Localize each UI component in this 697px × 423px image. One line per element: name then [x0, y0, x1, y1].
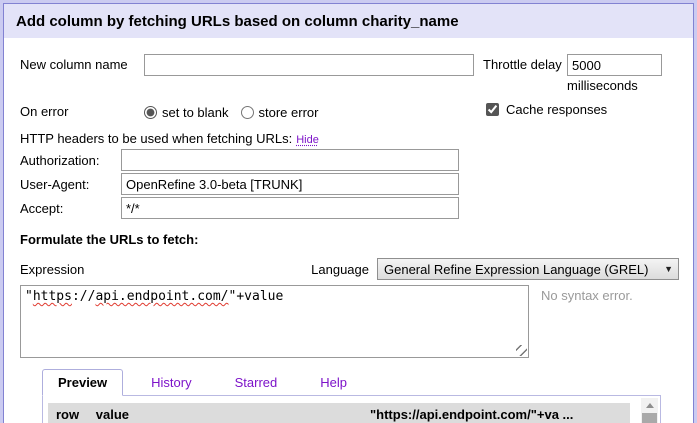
select-arrow-icon: ▼ — [664, 264, 673, 274]
expression-label: Expression — [20, 262, 84, 277]
on-error-row: On error set to blank store error Cache … — [20, 102, 679, 122]
accept-label: Accept: — [20, 198, 121, 219]
dialog-body: New column name Throttle delay milliseco… — [4, 38, 693, 423]
tab-history[interactable]: History — [136, 370, 206, 395]
scroll-up-arrow-icon — [646, 403, 654, 408]
accept-row: Accept: — [20, 197, 679, 219]
throttle-delay-label: Throttle delay — [483, 54, 567, 76]
cache-responses-option[interactable]: Cache responses — [486, 102, 607, 117]
throttle-delay-group: milliseconds — [567, 54, 662, 93]
textarea-resize-handle[interactable] — [516, 345, 527, 356]
cache-responses-label: Cache responses — [506, 102, 607, 117]
store-error-radio[interactable] — [241, 106, 254, 119]
new-column-name-label: New column name — [20, 54, 144, 76]
cache-responses-checkbox[interactable] — [486, 103, 499, 116]
dialog-frame: Add column by fetching URLs based on col… — [0, 0, 697, 423]
tab-help[interactable]: Help — [305, 370, 362, 395]
column-header-expression: "https://api.endpoint.com/"+va ... — [370, 403, 573, 423]
column-header-value: value — [96, 407, 129, 422]
new-column-name-input[interactable] — [144, 54, 474, 76]
user-agent-input[interactable] — [121, 173, 459, 195]
tab-starred[interactable]: Starred — [220, 370, 293, 395]
preview-scrollbar[interactable] — [641, 398, 658, 423]
accept-input[interactable] — [121, 197, 459, 219]
dialog-title: Add column by fetching URLs based on col… — [4, 4, 693, 38]
authorization-label: Authorization: — [20, 150, 121, 171]
expression-editor-row: "https://api.endpoint.com/"+value No syn… — [20, 285, 679, 358]
expression-text: :// — [72, 289, 95, 304]
scroll-up-button[interactable] — [641, 398, 658, 413]
language-selected-value: General Refine Expression Language (GREL… — [384, 262, 660, 277]
on-error-label: On error — [20, 101, 144, 123]
language-label: Language — [311, 262, 369, 277]
set-to-blank-label: set to blank — [162, 105, 229, 120]
throttle-unit-label: milliseconds — [567, 78, 662, 93]
scrollbar-thumb[interactable] — [642, 413, 657, 423]
on-error-option-set-to-blank[interactable]: set to blank — [144, 105, 229, 120]
expression-input[interactable]: "https://api.endpoint.com/"+value — [20, 285, 529, 358]
authorization-input[interactable] — [121, 149, 459, 171]
expression-row: Expression Language General Refine Expre… — [20, 258, 679, 280]
authorization-row: Authorization: — [20, 149, 679, 171]
on-error-option-store-error[interactable]: store error — [241, 105, 319, 120]
set-to-blank-radio[interactable] — [144, 106, 157, 119]
add-column-fetch-dialog: Add column by fetching URLs based on col… — [0, 0, 697, 423]
syntax-status: No syntax error. — [541, 287, 633, 305]
user-agent-row: User-Agent: — [20, 173, 679, 195]
http-headers-label: HTTP headers to be used when fetching UR… — [20, 131, 292, 146]
throttle-delay-input[interactable] — [567, 54, 662, 76]
formulate-urls-heading: Formulate the URLs to fetch: — [20, 232, 679, 247]
tab-bar: Preview History Starred Help — [42, 369, 661, 395]
expression-text-misspelled: api.endpoint.com/ — [95, 289, 228, 304]
expression-text: " — [25, 289, 33, 304]
user-agent-label: User-Agent: — [20, 174, 121, 195]
store-error-label: store error — [259, 105, 319, 120]
http-headers-hide-link[interactable]: Hide — [296, 134, 319, 146]
http-headers-heading: HTTP headers to be used when fetching UR… — [20, 131, 679, 146]
column-header-row: row — [56, 407, 79, 422]
expression-text-misspelled: https — [33, 289, 72, 304]
new-column-row: New column name Throttle delay milliseco… — [20, 54, 679, 93]
preview-panel: row value "https://api.endpoint.com/"+va… — [42, 395, 661, 423]
language-select[interactable]: General Refine Expression Language (GREL… — [377, 258, 679, 280]
expression-text: "+value — [229, 289, 284, 304]
preview-table-header: row value "https://api.endpoint.com/"+va… — [48, 403, 630, 423]
tab-preview[interactable]: Preview — [42, 369, 123, 396]
